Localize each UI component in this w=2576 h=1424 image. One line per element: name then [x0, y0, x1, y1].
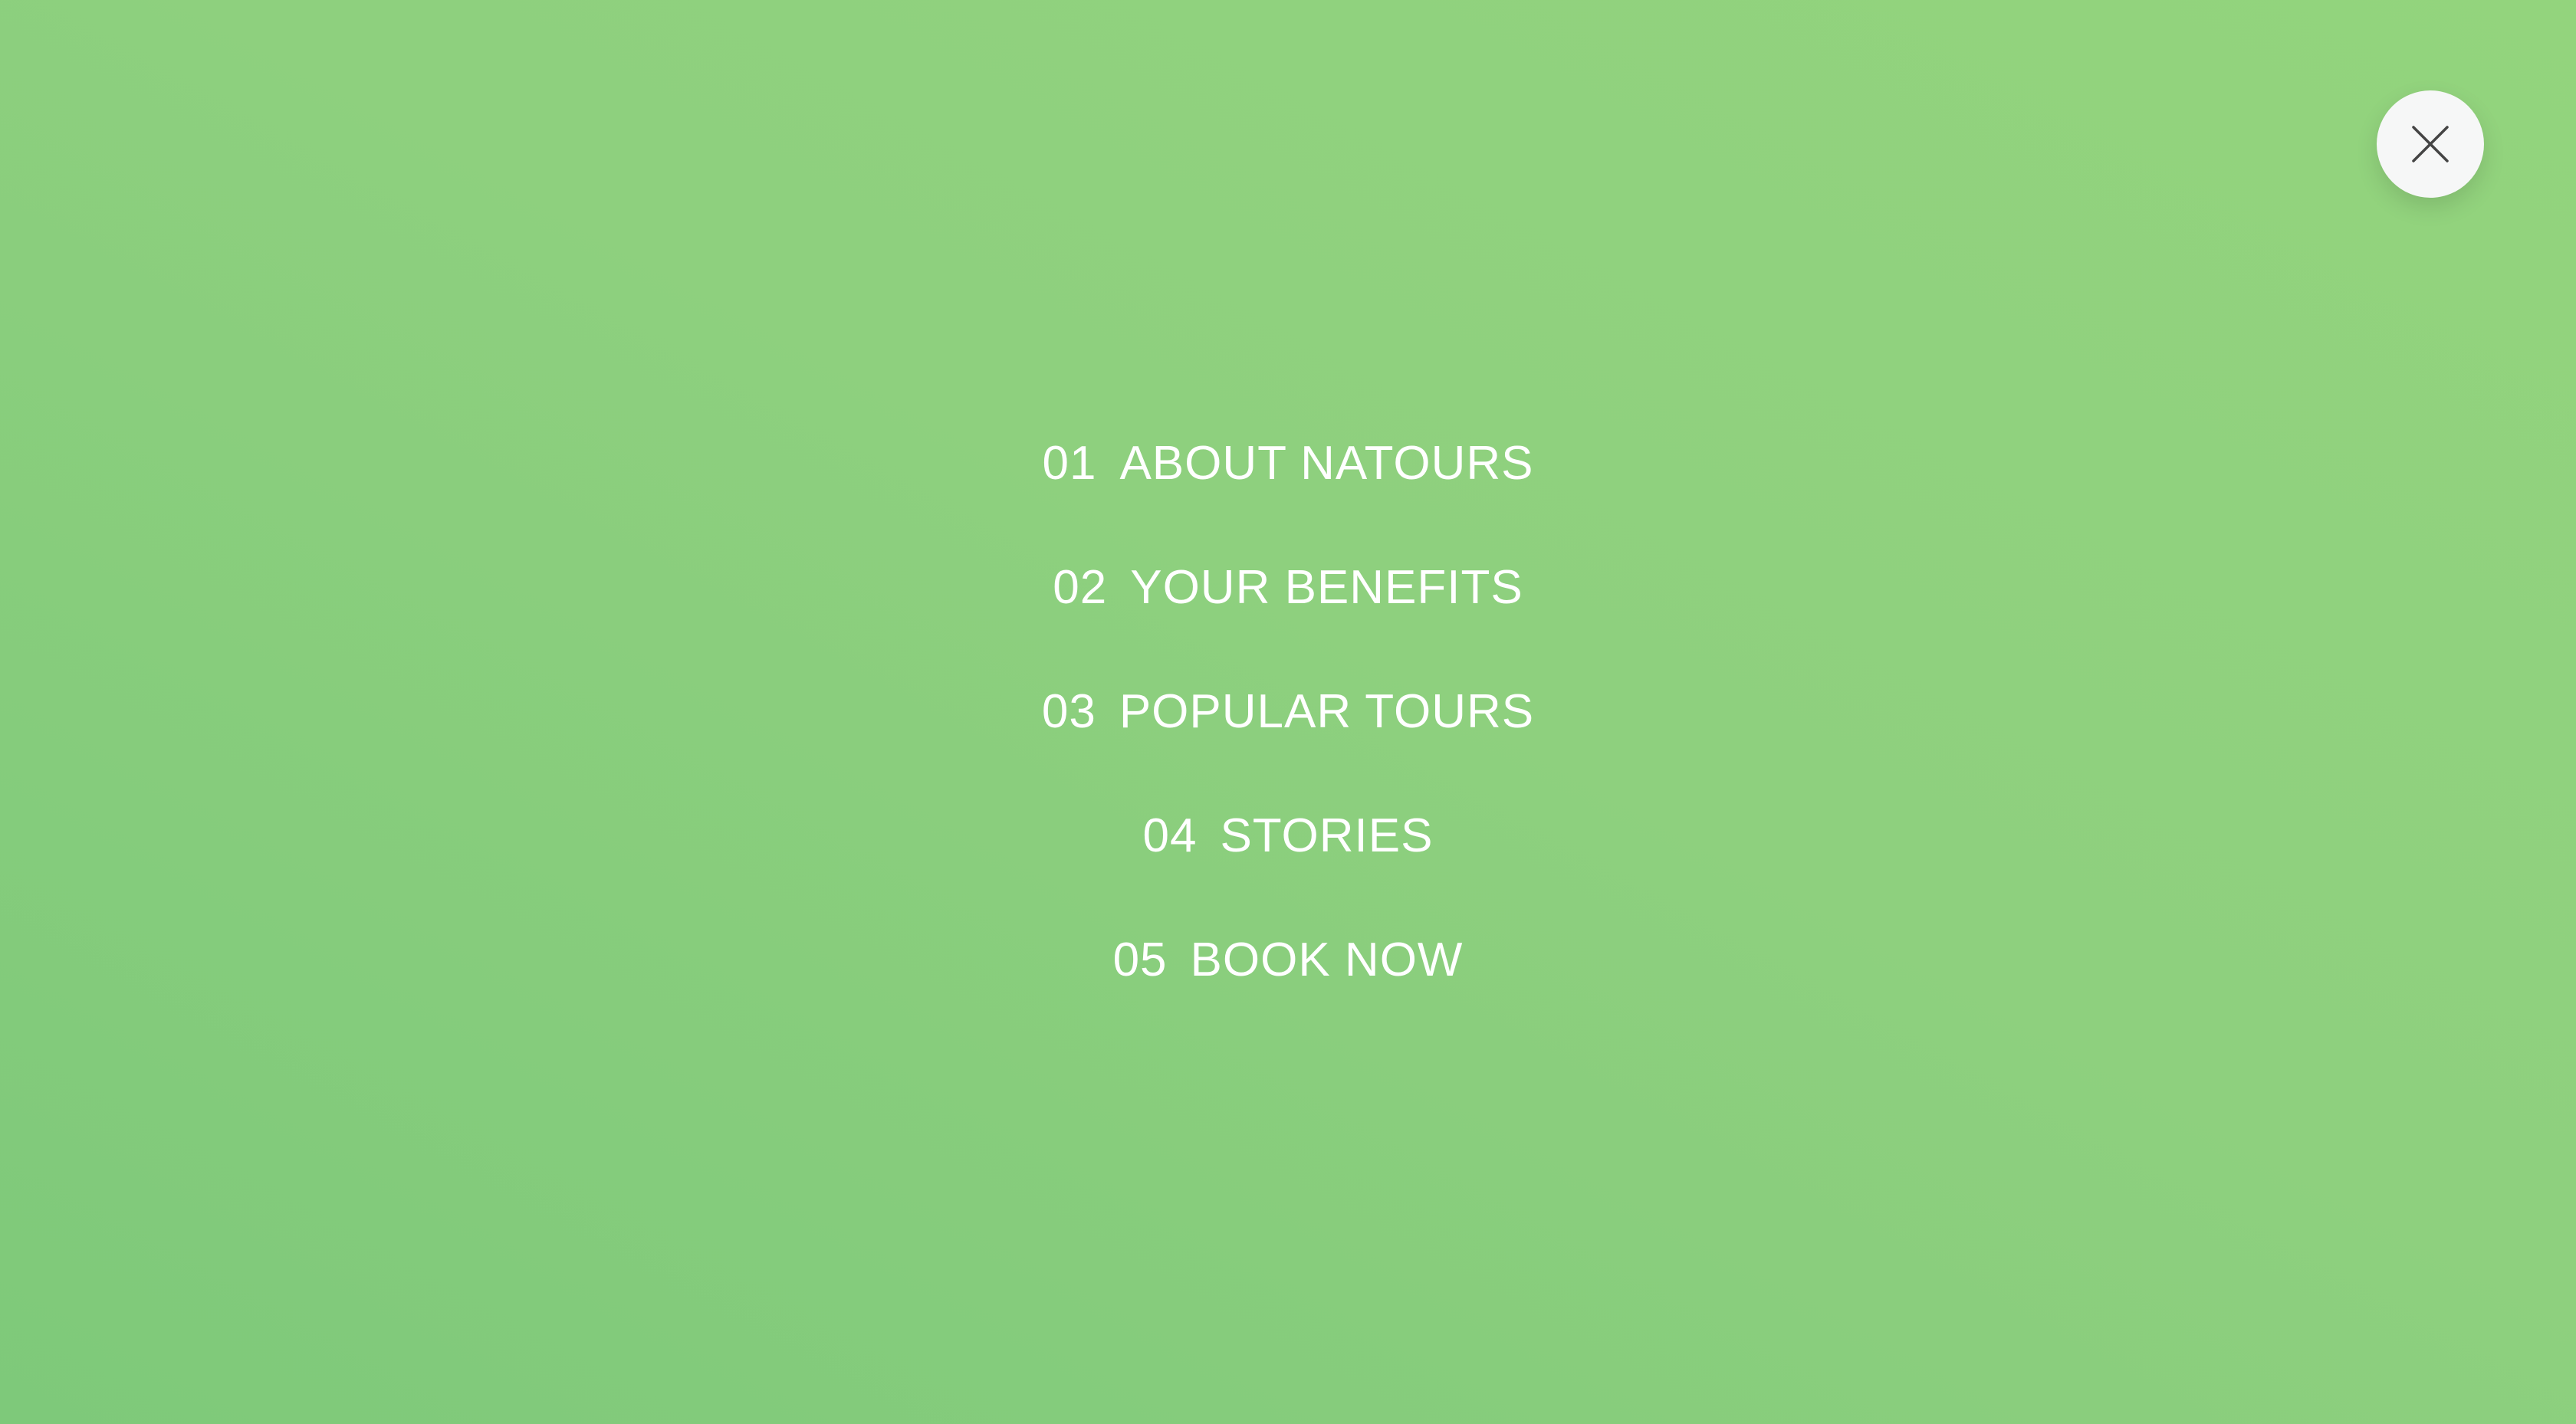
nav-label: BOOK NOW [1190, 933, 1464, 986]
nav-label: POPULAR TOURS [1119, 685, 1535, 738]
nav-link-popular-tours[interactable]: 03 POPULAR TOURS [1024, 662, 1552, 762]
nav-item-about: 01 ABOUT NATOURS [0, 414, 2576, 538]
nav-label: STORIES [1220, 809, 1434, 862]
nav-number: 04 [1142, 809, 1198, 862]
nav-link-stories[interactable]: 04 STORIES [1124, 786, 1451, 886]
nav-label: ABOUT NATOURS [1119, 437, 1534, 490]
navigation-list: 01 ABOUT NATOURS 02 YOUR BENEFITS 03 POP… [0, 414, 2576, 1035]
nav-number: 02 [1053, 561, 1108, 614]
nav-link-book-now[interactable]: 05 BOOK NOW [1095, 911, 1482, 1010]
nav-item-benefits: 02 YOUR BENEFITS [0, 538, 2576, 662]
nav-item-book: 05 BOOK NOW [0, 911, 2576, 1035]
close-icon [2412, 126, 2449, 162]
close-menu-button[interactable] [2377, 90, 2484, 198]
navigation-overlay: 01 ABOUT NATOURS 02 YOUR BENEFITS 03 POP… [0, 0, 2576, 1424]
nav-label: YOUR BENEFITS [1130, 561, 1523, 614]
nav-link-your-benefits[interactable]: 02 YOUR BENEFITS [1034, 538, 1541, 638]
nav-number: 03 [1041, 685, 1096, 738]
nav-number: 01 [1042, 437, 1097, 490]
nav-link-about-natours[interactable]: 01 ABOUT NATOURS [1024, 414, 1552, 513]
nav-item-stories: 04 STORIES [0, 786, 2576, 911]
nav-item-tours: 03 POPULAR TOURS [0, 662, 2576, 786]
nav-number: 05 [1112, 933, 1168, 986]
